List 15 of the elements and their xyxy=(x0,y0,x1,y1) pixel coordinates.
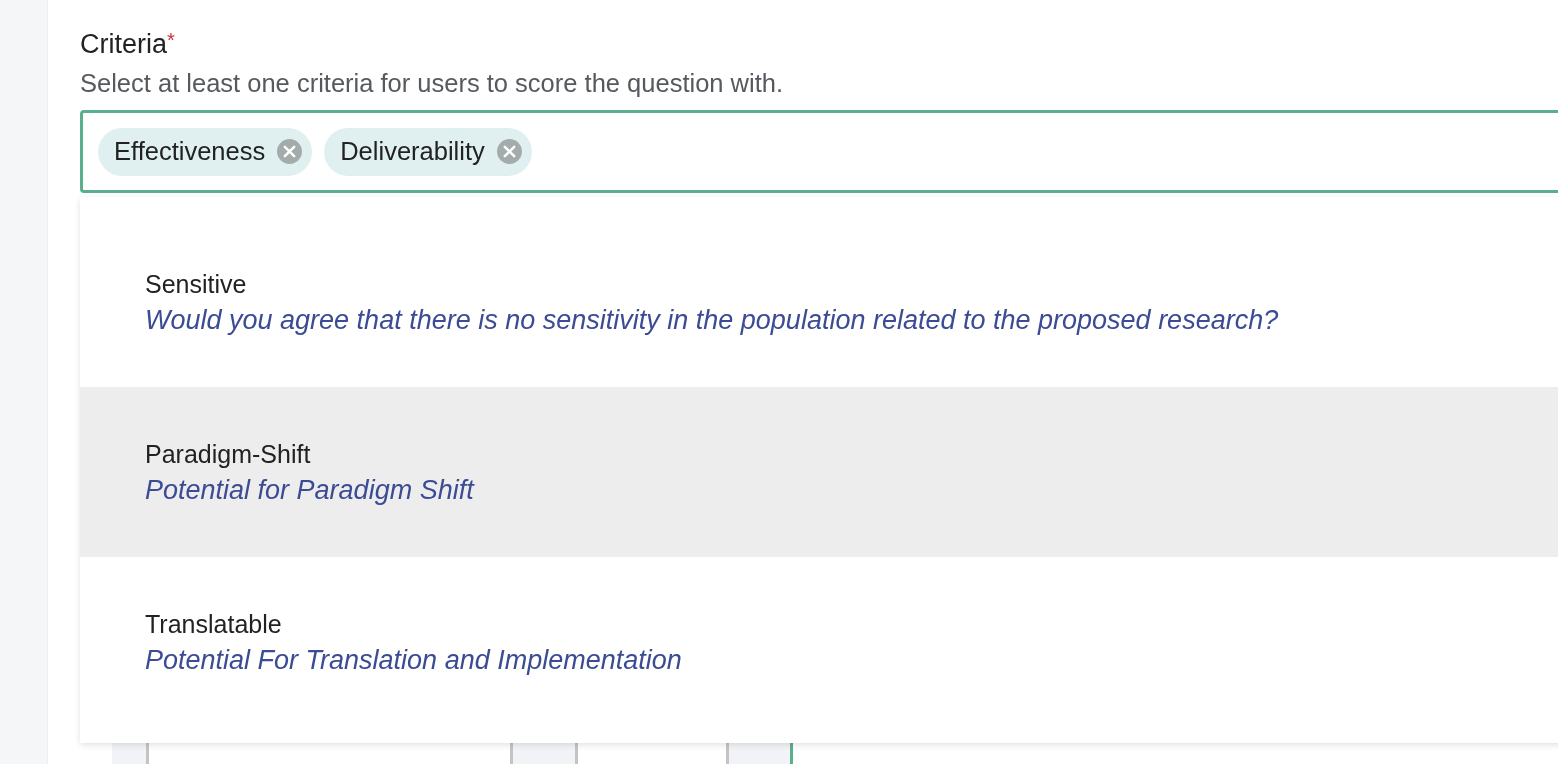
field-hint: Select at least one criteria for users to score the question with. xyxy=(80,68,785,98)
remove-icon[interactable] xyxy=(277,139,303,164)
option-name: Paradigm-Shift xyxy=(145,439,312,470)
field-label: Criteria xyxy=(80,28,167,60)
dropdown-option[interactable]: Paradigm-Shift Potential for Paradigm Shift xyxy=(80,387,1558,557)
option-description: Potential For Translation and Implementation xyxy=(145,644,683,677)
option-description: Potential for Paradigm Shift xyxy=(145,474,476,507)
tag-label: Deliverability xyxy=(340,136,485,168)
criteria-field[interactable]: Effectiveness Deliverability xyxy=(80,110,1558,193)
required-mark: * xyxy=(167,28,175,51)
option-name: Translatable xyxy=(145,609,283,640)
option-description: Would you agree that there is no sensitivity in the population related to the proposed research? xyxy=(145,304,1280,337)
option-name: Sensitive xyxy=(145,269,248,300)
tag-label: Effectiveness xyxy=(114,136,266,168)
remove-icon[interactable] xyxy=(496,139,522,164)
